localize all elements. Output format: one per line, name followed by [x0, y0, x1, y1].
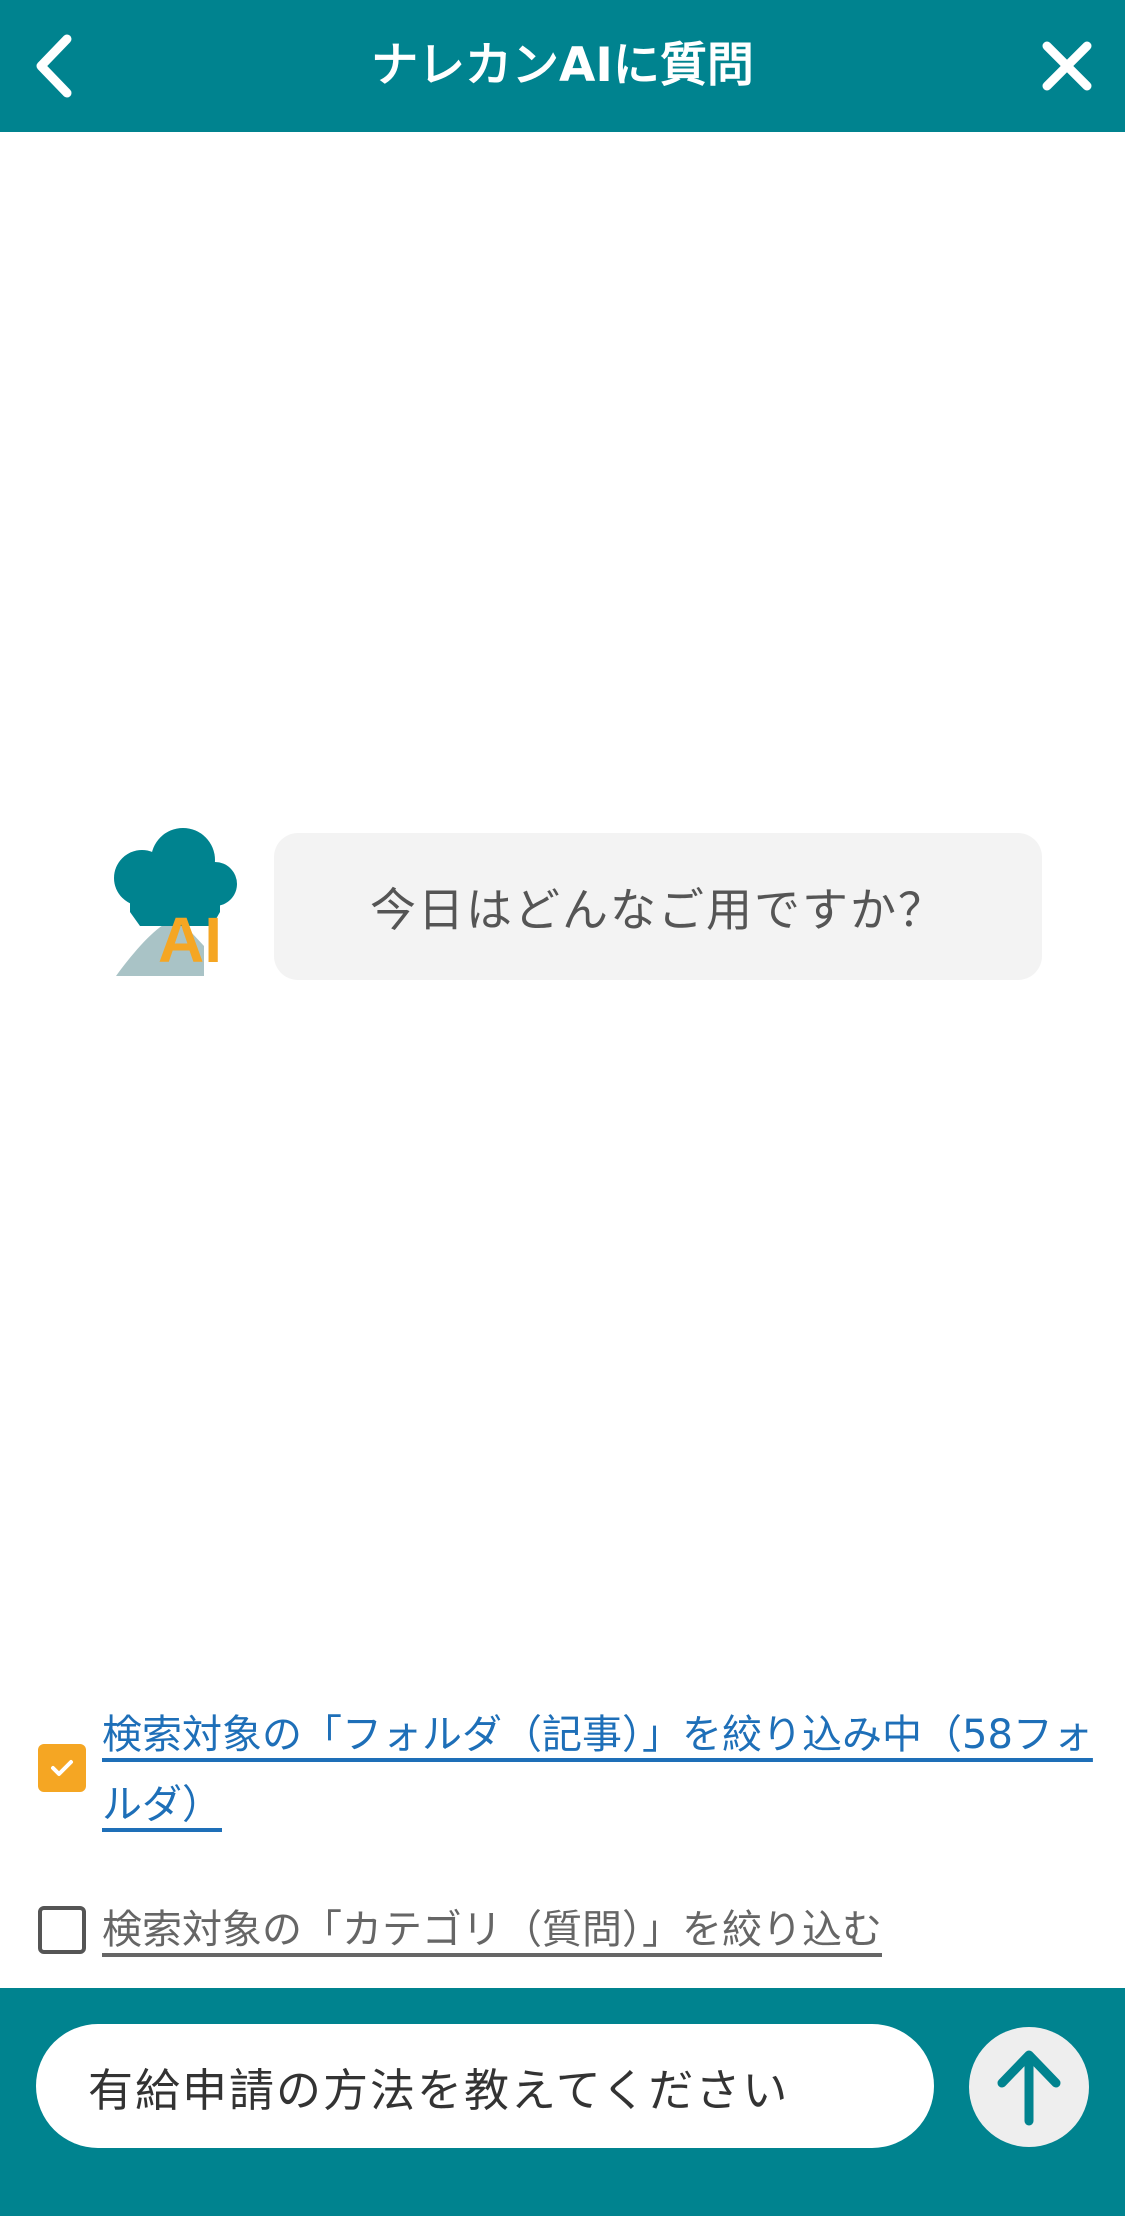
- category-filter-checkbox[interactable]: [38, 1906, 86, 1954]
- category-filter-row[interactable]: 検索対象の「カテゴリ（質問）」を絞り込む: [0, 1895, 1125, 1965]
- bot-message: AI 今日はどんなご用ですか？: [0, 820, 1125, 980]
- message-input[interactable]: [86, 2058, 884, 2114]
- greeting-bubble: 今日はどんなご用ですか？: [274, 833, 1042, 980]
- ai-avatar: AI: [108, 826, 238, 976]
- composer-bar: [0, 1988, 1125, 2216]
- app-header: ナレカンAIに質問: [0, 0, 1125, 132]
- chevron-left-icon: [36, 34, 72, 98]
- folder-filter-link[interactable]: 検索対象の「フォルダ（記事）」を絞り込み中（58フォルダ）: [102, 1700, 1117, 1840]
- close-icon: [1042, 41, 1092, 91]
- check-icon: [51, 1760, 73, 1776]
- message-input-wrapper[interactable]: [36, 2024, 934, 2148]
- send-button[interactable]: [969, 2027, 1089, 2147]
- folder-filter-row[interactable]: 検索対象の「フォルダ（記事）」を絞り込み中（58フォルダ）: [0, 1700, 1125, 1840]
- arrow-up-icon: [997, 2050, 1061, 2126]
- folder-filter-checkbox[interactable]: [38, 1744, 86, 1792]
- page-title: ナレカンAIに質問: [371, 38, 754, 93]
- back-button[interactable]: [14, 26, 94, 106]
- category-filter-link[interactable]: 検索対象の「カテゴリ（質問）」を絞り込む: [102, 1895, 1117, 1965]
- ai-badge-label: AI: [158, 904, 222, 976]
- close-button[interactable]: [1027, 26, 1107, 106]
